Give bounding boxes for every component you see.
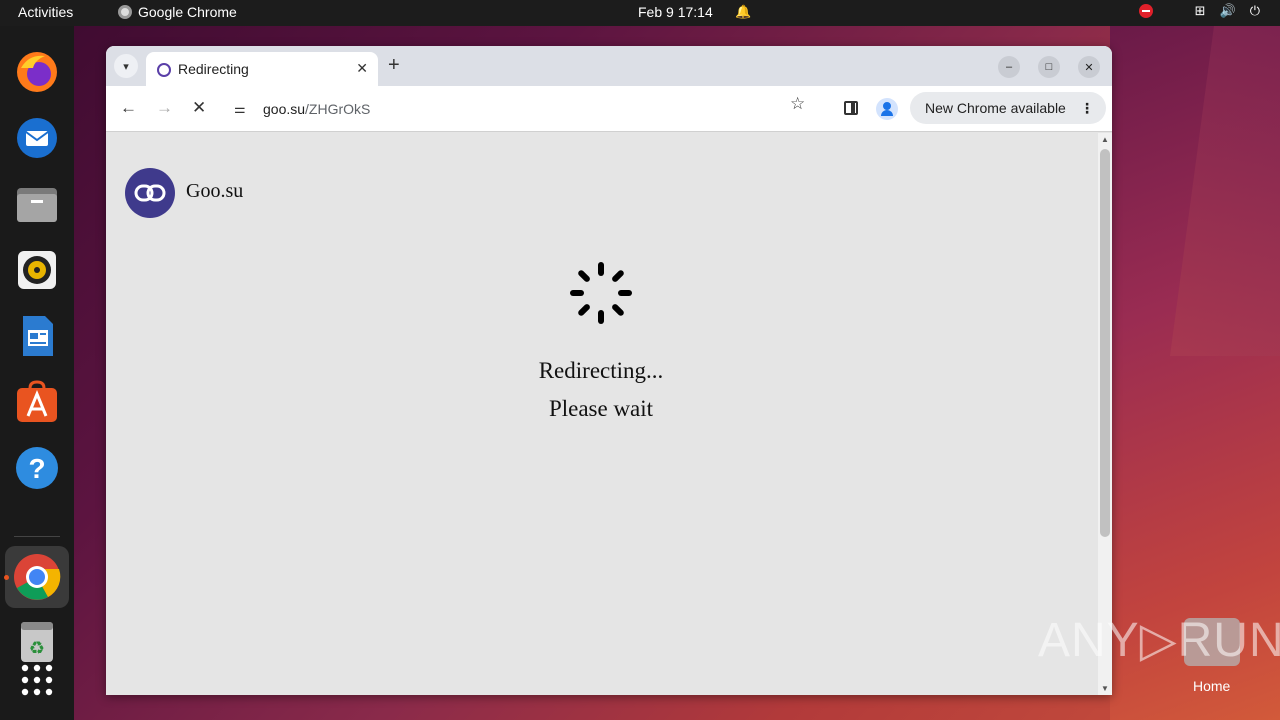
redirect-message: Redirecting...: [538, 358, 664, 383]
site-info-icon[interactable]: ⚌: [234, 101, 246, 117]
bookmark-star-icon[interactable]: ☆: [790, 94, 805, 114]
goo-su-logo[interactable]: [125, 168, 175, 218]
tab-close-icon[interactable]: ✕: [356, 60, 368, 77]
writer-icon[interactable]: [13, 312, 61, 360]
files-icon[interactable]: [13, 180, 61, 228]
home-folder-label[interactable]: Home: [1193, 678, 1230, 694]
browser-toolbar: ← → ✕ ⚌ goo.su/ZHGrOkS ☆ New Chrome avai…: [106, 86, 1112, 132]
svg-text:?: ?: [28, 453, 45, 484]
power-icon: ⏻: [1249, 3, 1260, 18]
running-indicator: [4, 575, 9, 580]
chain-link-icon: [134, 184, 166, 202]
help-icon[interactable]: ?: [13, 444, 61, 492]
back-arrow-icon[interactable]: ←: [120, 98, 137, 118]
minimize-button[interactable]: –: [998, 56, 1020, 78]
dock-separator: [14, 536, 60, 537]
do-not-disturb-icon: [1138, 4, 1153, 18]
system-status[interactable]: ⊞ 🔊 ⏻: [1138, 3, 1260, 19]
tab-favicon-icon: [157, 63, 171, 77]
firefox-icon[interactable]: [13, 48, 61, 96]
bell-icon[interactable]: 🔔: [735, 4, 751, 20]
close-window-button[interactable]: ✕: [1078, 56, 1100, 78]
side-panel-icon[interactable]: [844, 101, 858, 115]
show-apps-icon[interactable]: [13, 656, 61, 704]
clock[interactable]: Feb 9 17:14: [638, 4, 713, 20]
tab-search-button[interactable]: ▾: [114, 54, 138, 78]
rhythmbox-icon[interactable]: [13, 246, 61, 294]
network-icon: ⊞: [1194, 3, 1206, 18]
app-menu[interactable]: Google Chrome: [118, 4, 237, 20]
update-chrome-button[interactable]: New Chrome available ⋮: [910, 92, 1106, 124]
update-label: New Chrome available: [925, 100, 1066, 116]
tab-strip: ▾ Redirecting ✕ + – □ ✕: [106, 46, 1112, 86]
activities-button[interactable]: Activities: [18, 4, 73, 20]
chrome-icon[interactable]: [13, 553, 61, 601]
stop-loading-icon[interactable]: ✕: [192, 98, 206, 118]
anyrun-watermark: ANY▷RUN: [1038, 614, 1280, 667]
page-viewport: Goo.su Redirecting... Please wait ▲ ▼: [106, 133, 1112, 695]
url-text[interactable]: goo.su/ZHGrOkS: [263, 101, 370, 117]
more-menu-icon[interactable]: ⋮: [1080, 92, 1094, 124]
scroll-down-icon[interactable]: ▼: [1101, 684, 1109, 693]
thunderbird-icon[interactable]: [13, 114, 61, 162]
app-name: Google Chrome: [138, 4, 237, 20]
address-bar[interactable]: ⚌ goo.su/ZHGrOkS: [224, 92, 824, 126]
volume-icon: 🔊: [1219, 3, 1236, 18]
top-bar: Activities Google Chrome Feb 9 17:14 🔔 ⊞…: [0, 0, 1280, 26]
tab-title: Redirecting: [178, 61, 249, 77]
loading-spinner-icon: [570, 262, 632, 324]
new-tab-button[interactable]: +: [388, 54, 400, 76]
tab-redirecting[interactable]: Redirecting ✕: [146, 52, 378, 86]
scroll-up-icon[interactable]: ▲: [1101, 135, 1109, 144]
url-path: /ZHGrOkS: [305, 101, 371, 117]
vertical-scrollbar[interactable]: ▲ ▼: [1098, 133, 1112, 695]
url-host: goo.su: [263, 101, 306, 117]
chrome-small-icon: [118, 5, 132, 19]
maximize-button[interactable]: □: [1038, 56, 1060, 78]
profile-avatar-icon[interactable]: [876, 98, 898, 120]
brand-name[interactable]: Goo.su: [186, 180, 243, 203]
dock: ? ♻: [0, 26, 74, 720]
chrome-window: ▾ Redirecting ✕ + – □ ✕ ← → ✕ ⚌ goo.su/Z…: [106, 46, 1112, 695]
app-center-icon[interactable]: [13, 378, 61, 426]
scrollbar-thumb[interactable]: [1100, 149, 1110, 537]
forward-arrow-icon[interactable]: →: [156, 98, 173, 118]
wait-message: Please wait: [548, 396, 654, 421]
